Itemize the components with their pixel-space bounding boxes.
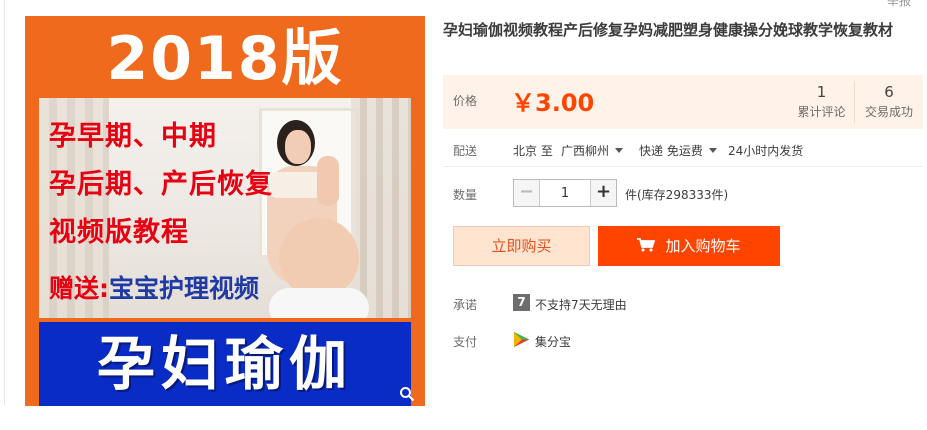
report-link[interactable]: 举报 <box>887 0 911 9</box>
figure-face <box>285 130 311 164</box>
divider <box>443 166 923 167</box>
image-line-2: 孕后期、产后恢复 <box>49 169 273 200</box>
curtain-right <box>351 98 411 318</box>
product-detail-page: 2018版 孕早期、中期 孕后期、产后恢复 视频版教程 赠送:宝宝护理视频 孕妇… <box>0 0 927 430</box>
zoom-icon[interactable] <box>399 386 415 402</box>
sales-count: 6 <box>884 83 894 101</box>
cart-icon <box>637 237 656 251</box>
sales-label: 交易成功 <box>864 105 913 119</box>
payment-row: 支付 集分宝 <box>443 331 923 351</box>
dispatch-time: 24小时内发货 <box>728 144 804 158</box>
figure-arms <box>317 156 339 206</box>
product-title: 孕妇瑜伽视频教程产后修复孕妈减肥塑身健康操分娩球教学恢复教材 <box>443 21 894 39</box>
quantity-stepper: − + <box>513 179 617 207</box>
payment-text[interactable]: 集分宝 <box>535 333 571 350</box>
image-bottom-box: 孕妇瑜伽 <box>39 318 411 406</box>
gift-prefix: 赠送: <box>49 274 109 303</box>
figure-belly <box>279 218 359 298</box>
gift-text: 宝宝护理视频 <box>109 274 260 303</box>
product-main-image[interactable]: 2018版 孕早期、中期 孕后期、产后恢复 视频版教程 赠送:宝宝护理视频 孕妇… <box>25 16 425 406</box>
promise-label: 承诺 <box>453 298 478 312</box>
jifenbao-icon <box>514 332 529 347</box>
add-to-cart-button[interactable]: 加入购物车 <box>598 226 780 266</box>
quantity-increase-button[interactable]: + <box>590 180 616 206</box>
delivery-row: 配送 北京 至 广西柳州 快递 免运费 24小时内发货 <box>443 140 923 160</box>
image-line-1: 孕早期、中期 <box>49 121 217 152</box>
quantity-decrease-button[interactable]: − <box>514 180 540 206</box>
seven-day-icon: 7 <box>513 294 530 311</box>
image-bottom-text: 孕妇瑜伽 <box>96 330 353 398</box>
delivery-label: 配送 <box>453 144 478 158</box>
reviews-label: 累计评论 <box>797 105 846 119</box>
delivery-from: 北京 至 <box>513 144 553 158</box>
sales-stat: 6 交易成功 <box>855 81 923 123</box>
shipping-text: 快递 免运费 <box>639 144 703 158</box>
image-line-3: 视频版教程 <box>49 217 189 248</box>
price-box: 价格 ￥3.00 1 累计评论 6 交易成功 <box>443 75 923 129</box>
caret-down-icon <box>615 148 624 153</box>
payment-label: 支付 <box>453 335 478 349</box>
buy-now-button[interactable]: 立即购买 <box>453 226 590 266</box>
reviews-count: 1 <box>816 83 827 101</box>
reviews-stat[interactable]: 1 累计评论 <box>789 81 855 123</box>
promise-text[interactable]: 不支持7天无理由 <box>535 296 627 313</box>
price-label: 价格 <box>453 94 478 108</box>
quantity-input[interactable] <box>540 180 590 206</box>
promise-row: 承诺 7 不支持7天无理由 <box>443 294 923 314</box>
quantity-row: 数量 − + 件(库存298333件) <box>443 177 923 207</box>
add-to-cart-label: 加入购物车 <box>665 237 741 255</box>
price-value: ￥3.00 <box>511 89 595 117</box>
delivery-destination-text: 广西柳州 <box>561 144 610 158</box>
image-banner-text: 2018版 <box>106 24 344 94</box>
caret-down-icon <box>708 148 717 153</box>
delivery-destination[interactable]: 广西柳州 <box>561 142 624 159</box>
stock-text: 件(库存298333件) <box>625 188 729 202</box>
shipping-option[interactable]: 快递 免运费 <box>639 142 717 159</box>
quantity-label: 数量 <box>453 188 478 202</box>
image-gift-line: 赠送:宝宝护理视频 <box>49 273 259 305</box>
left-divider <box>4 0 5 405</box>
